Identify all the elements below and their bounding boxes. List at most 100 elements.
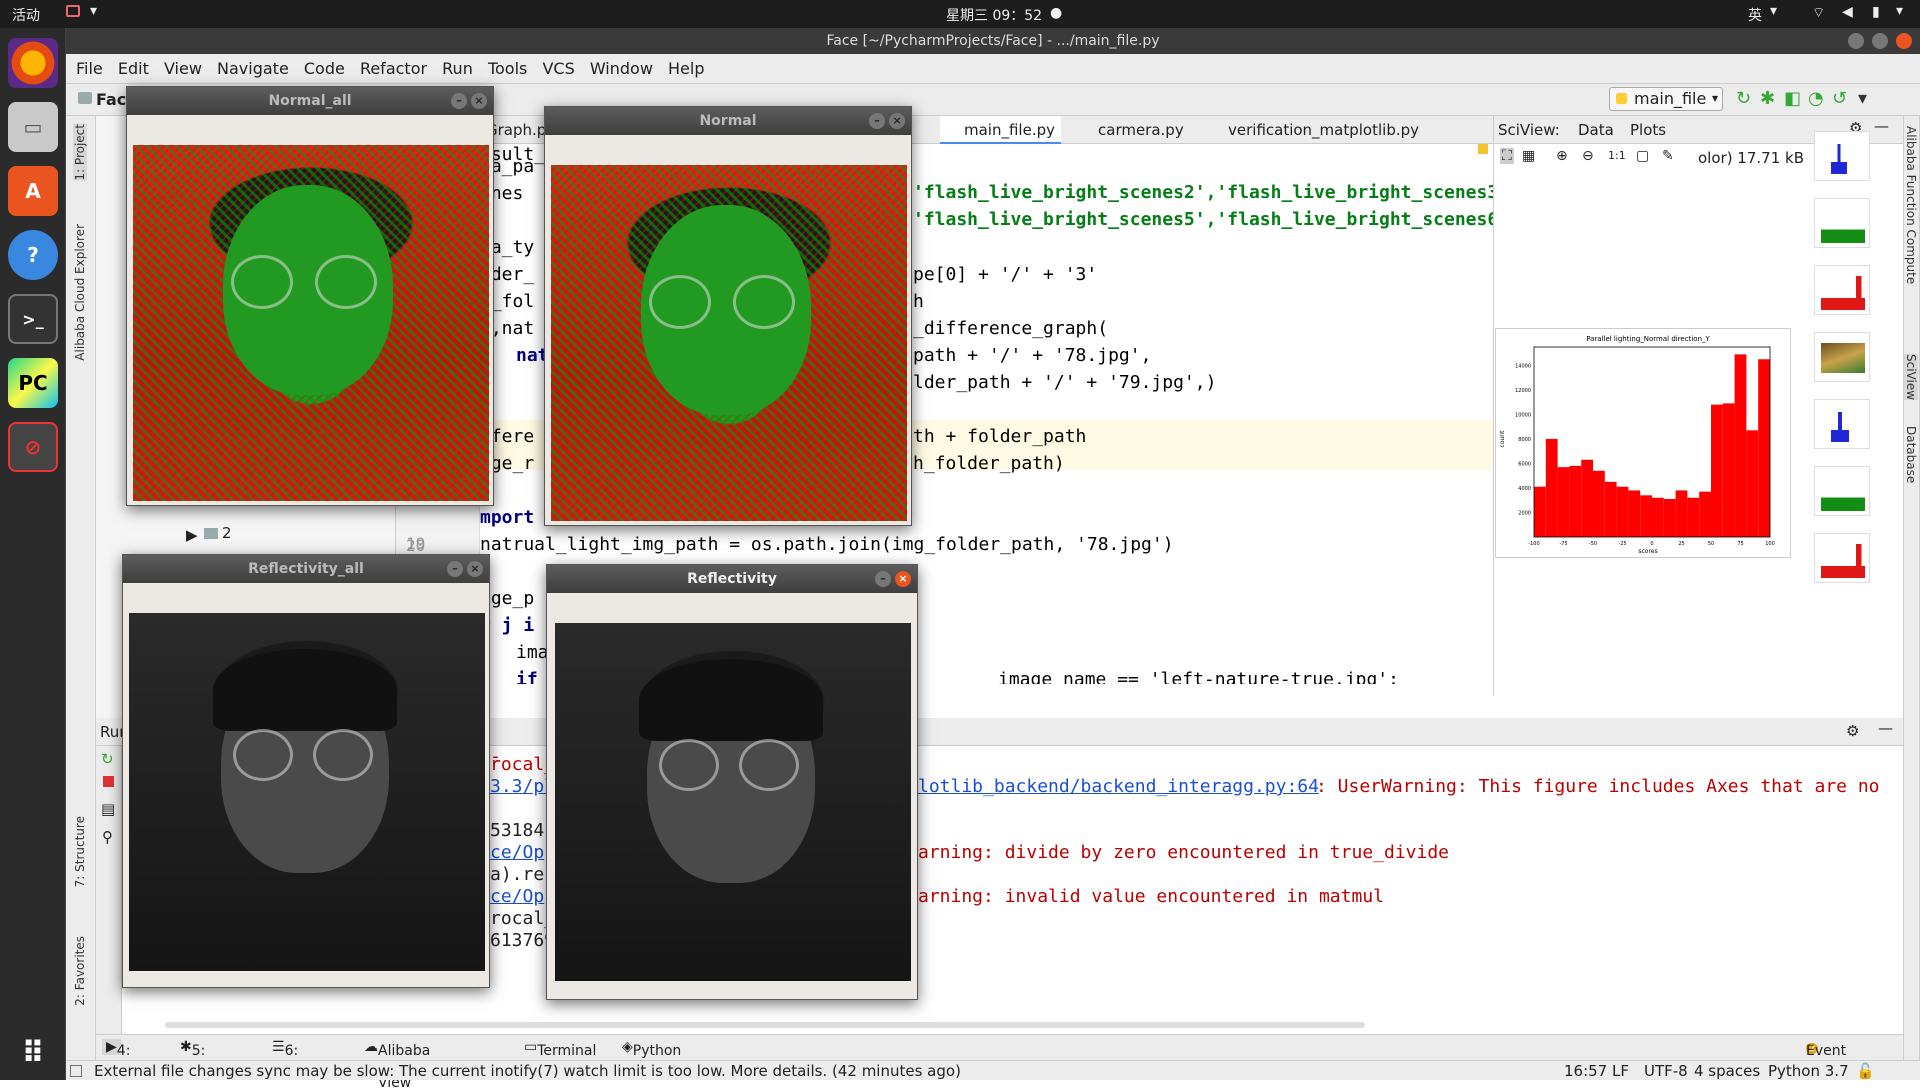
run-config-select[interactable]: main_file ▾ bbox=[1609, 87, 1723, 111]
lock-icon[interactable]: 🔓 bbox=[1856, 1061, 1875, 1081]
console-link[interactable]: ce/Op bbox=[490, 886, 544, 907]
menu-refactor[interactable]: Refactor bbox=[360, 54, 427, 84]
console-link[interactable]: ce/Op bbox=[490, 842, 544, 863]
tab-main-file[interactable]: main_file.py bbox=[940, 116, 1061, 144]
structure-tool-button[interactable]: 7: Structure bbox=[73, 816, 87, 887]
debug-icon[interactable]: ✱ bbox=[1760, 88, 1775, 109]
input-method-indicator[interactable]: 英 bbox=[1748, 5, 1762, 25]
chevron-down-icon[interactable]: ▾ bbox=[1896, 3, 1903, 19]
menu-run[interactable]: Run bbox=[442, 54, 473, 84]
minimize-icon[interactable]: – bbox=[875, 571, 891, 587]
tab-python-console[interactable]: ◈ Python Console bbox=[622, 1039, 688, 1075]
files-icon[interactable]: ▭ bbox=[8, 102, 58, 152]
pin-icon[interactable]: ⚲ bbox=[102, 828, 113, 846]
firefox-icon[interactable] bbox=[8, 38, 58, 88]
plot-thumbnail[interactable] bbox=[1814, 332, 1870, 382]
tab-plots[interactable]: Plots bbox=[1630, 121, 1666, 139]
tab-run[interactable]: ▶ 4: Run bbox=[102, 1039, 144, 1075]
clock[interactable]: 星期三 09：52 bbox=[946, 5, 1042, 25]
chevron-down-icon[interactable]: ▾ bbox=[90, 3, 97, 19]
opencv-window-reflectivity[interactable]: Reflectivity – × bbox=[546, 564, 918, 1000]
concurrency-icon[interactable]: ↺ bbox=[1832, 88, 1847, 109]
layout-icon[interactable]: ▤ bbox=[101, 800, 115, 818]
menu-vcs[interactable]: VCS bbox=[542, 54, 574, 84]
file-encoding[interactable]: UTF-8 bbox=[1644, 1061, 1688, 1081]
inspection-indicator-icon[interactable] bbox=[1478, 144, 1488, 154]
hide-panel-icon[interactable]: — bbox=[1878, 719, 1893, 737]
menu-edit[interactable]: Edit bbox=[118, 54, 149, 84]
menu-tools[interactable]: Tools bbox=[488, 54, 527, 84]
show-apps-icon[interactable]: ⠿ bbox=[8, 1028, 58, 1078]
status-message[interactable]: External file changes sync may be slow: … bbox=[94, 1061, 961, 1081]
sciview-tool-button[interactable]: SciView bbox=[1904, 354, 1918, 401]
pycharm-icon[interactable]: PC bbox=[8, 358, 58, 408]
minimize-icon[interactable]: – bbox=[447, 561, 463, 577]
close-icon[interactable]: × bbox=[471, 93, 487, 109]
plot-thumbnail[interactable] bbox=[1814, 131, 1870, 181]
opencv-window-reflectivity-all[interactable]: Reflectivity_all – × bbox=[122, 554, 490, 988]
tree-item[interactable]: 2 bbox=[222, 524, 232, 542]
help-icon[interactable]: ? bbox=[8, 230, 58, 280]
rerun-icon[interactable]: ↻ bbox=[101, 750, 114, 768]
tree-expander-icon[interactable]: ▶ bbox=[186, 526, 198, 544]
console-link[interactable]: lotlib_backend/backend_interagg.py:64 bbox=[918, 776, 1319, 797]
background-icon[interactable]: ▢ bbox=[1636, 148, 1649, 164]
actual-size-button[interactable]: 1:1 bbox=[1608, 149, 1626, 162]
indent-setting[interactable]: 4 spaces bbox=[1694, 1061, 1760, 1081]
caret-position[interactable]: 16:57 bbox=[1564, 1061, 1607, 1081]
menu-navigate[interactable]: Navigate bbox=[217, 54, 289, 84]
plot-thumbnail[interactable] bbox=[1814, 533, 1870, 583]
chevron-down-icon[interactable]: ▾ bbox=[1770, 3, 1777, 19]
line-separator[interactable]: LF bbox=[1612, 1061, 1629, 1081]
toggle-tool-windows-icon[interactable] bbox=[70, 1065, 82, 1077]
python-interpreter[interactable]: Python 3.7 bbox=[1768, 1061, 1849, 1081]
window-titlebar[interactable]: Normal_all – × bbox=[127, 87, 493, 115]
app-menu-icon[interactable] bbox=[66, 5, 80, 17]
activities-button[interactable]: 活动 bbox=[12, 5, 40, 25]
tab-data[interactable]: Data bbox=[1578, 121, 1614, 139]
fit-icon[interactable]: ⛶ bbox=[1500, 148, 1514, 164]
terminal-icon[interactable]: >_ bbox=[8, 294, 58, 344]
function-compute-tool-button[interactable]: Alibaba Function Compute bbox=[1904, 126, 1918, 284]
coverage-icon[interactable]: ◧ bbox=[1784, 88, 1801, 109]
wifi-icon[interactable]: ⌔ bbox=[1812, 4, 1825, 22]
horizontal-scrollbar[interactable] bbox=[165, 1022, 1365, 1028]
run-more-icon[interactable]: ▾ bbox=[1858, 88, 1867, 109]
close-icon[interactable]: × bbox=[895, 571, 911, 587]
tab-verification-matplotlib[interactable]: verification_matplotlib.py bbox=[1210, 116, 1425, 144]
plot-thumbnail[interactable] bbox=[1814, 399, 1870, 449]
hide-panel-icon[interactable]: — bbox=[1874, 117, 1889, 135]
close-icon[interactable]: × bbox=[889, 113, 905, 129]
gear-icon[interactable]: ⚙ bbox=[1846, 722, 1859, 740]
minimize-icon[interactable]: – bbox=[869, 113, 885, 129]
project-tool-button[interactable]: 1: Project bbox=[73, 124, 87, 181]
plot-thumbnail[interactable] bbox=[1814, 466, 1870, 516]
minimize-icon[interactable] bbox=[1848, 33, 1864, 49]
tab-terminal[interactable]: ▭ Terminal bbox=[524, 1039, 596, 1059]
menu-code[interactable]: Code bbox=[304, 54, 345, 84]
menu-window[interactable]: Window bbox=[590, 54, 653, 84]
zoom-out-icon[interactable]: ⊖ bbox=[1582, 148, 1594, 164]
plot-thumbnail[interactable] bbox=[1814, 265, 1870, 315]
zoom-in-icon[interactable]: ⊕ bbox=[1556, 148, 1568, 164]
minimize-icon[interactable]: – bbox=[451, 93, 467, 109]
volume-icon[interactable]: ◀ bbox=[1842, 4, 1853, 20]
rerun-icon[interactable]: ↻ bbox=[1736, 88, 1751, 109]
tab-alibaba-cloud-view[interactable]: ☁ Alibaba Cloud View bbox=[364, 1039, 430, 1091]
battery-icon[interactable]: ▮ bbox=[1872, 4, 1880, 20]
cloud-explorer-tool-button[interactable]: Alibaba Cloud Explorer bbox=[73, 224, 87, 361]
blocked-app-icon[interactable]: ⊘ bbox=[8, 422, 58, 472]
database-tool-button[interactable]: Database bbox=[1904, 426, 1918, 483]
menu-help[interactable]: Help bbox=[668, 54, 704, 84]
grid-icon[interactable]: ▦ bbox=[1522, 148, 1535, 164]
favorites-tool-button[interactable]: 2: Favorites bbox=[73, 936, 87, 1006]
stop-icon[interactable] bbox=[103, 776, 114, 787]
menu-view[interactable]: View bbox=[164, 54, 202, 84]
opencv-window-normal-all[interactable]: Normal_all – × bbox=[126, 86, 494, 506]
window-titlebar[interactable]: Reflectivity_all – × bbox=[123, 555, 489, 583]
close-icon[interactable] bbox=[1896, 33, 1912, 49]
menu-file[interactable]: File bbox=[76, 54, 103, 84]
tab-carmera[interactable]: carmera.py bbox=[1080, 116, 1190, 144]
software-center-icon[interactable]: A bbox=[8, 166, 58, 216]
profile-icon[interactable]: ◔ bbox=[1808, 88, 1824, 109]
